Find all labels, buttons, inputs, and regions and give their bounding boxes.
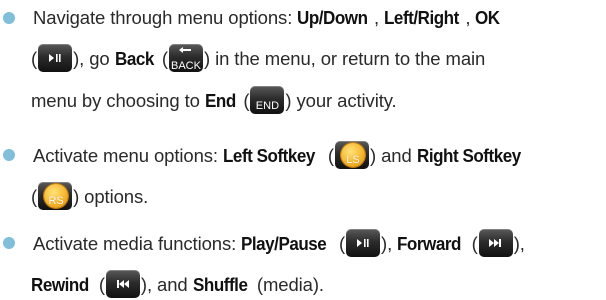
keyword: Shuffle — [192, 273, 248, 295]
bullet-line: Activate menu options: Left Softkey (LS)… — [33, 141, 529, 171]
right-softkey-icon: RS — [38, 182, 73, 210]
keyword: Play/Pause — [241, 232, 327, 254]
bullet-dot — [3, 237, 15, 249]
fast-forward-icon — [478, 229, 513, 257]
bullet-line: Activate media functions: Play/Pause (),… — [33, 229, 525, 259]
keyword: Left/Right — [384, 7, 459, 28]
bullet-line: Navigate through menu options: Up/Down, … — [33, 7, 501, 28]
bullet-dot — [3, 12, 15, 24]
bullet-dot — [3, 149, 15, 161]
bullet-line: Rewind (), and Shuffle (media). — [31, 270, 324, 300]
back-key-icon: BACK — [168, 44, 203, 72]
end-key-icon: END — [250, 86, 285, 114]
left-softkey-icon: LS — [335, 141, 369, 169]
play-pause-icon — [346, 229, 381, 257]
keyword: End — [204, 89, 236, 111]
rewind-icon — [105, 270, 140, 298]
keyword: Forward — [397, 232, 462, 254]
keyword: Right Softkey — [416, 144, 521, 166]
keyword: OK — [475, 7, 501, 28]
keyword: Left Softkey — [223, 144, 315, 166]
keyword: Back — [114, 47, 154, 69]
keyword: Up/Down — [297, 7, 368, 28]
ok-key-icon — [38, 44, 73, 72]
keyword: Rewind — [31, 273, 89, 295]
bullet-line: menu by choosing to End (END) your activ… — [31, 86, 397, 116]
instruction-list: Navigate through menu options: Up/Down, … — [0, 0, 606, 300]
bullet-line: (RS) options. — [31, 182, 148, 212]
bullet-line: (), go Back (BACK) in the menu, or retur… — [31, 44, 485, 74]
